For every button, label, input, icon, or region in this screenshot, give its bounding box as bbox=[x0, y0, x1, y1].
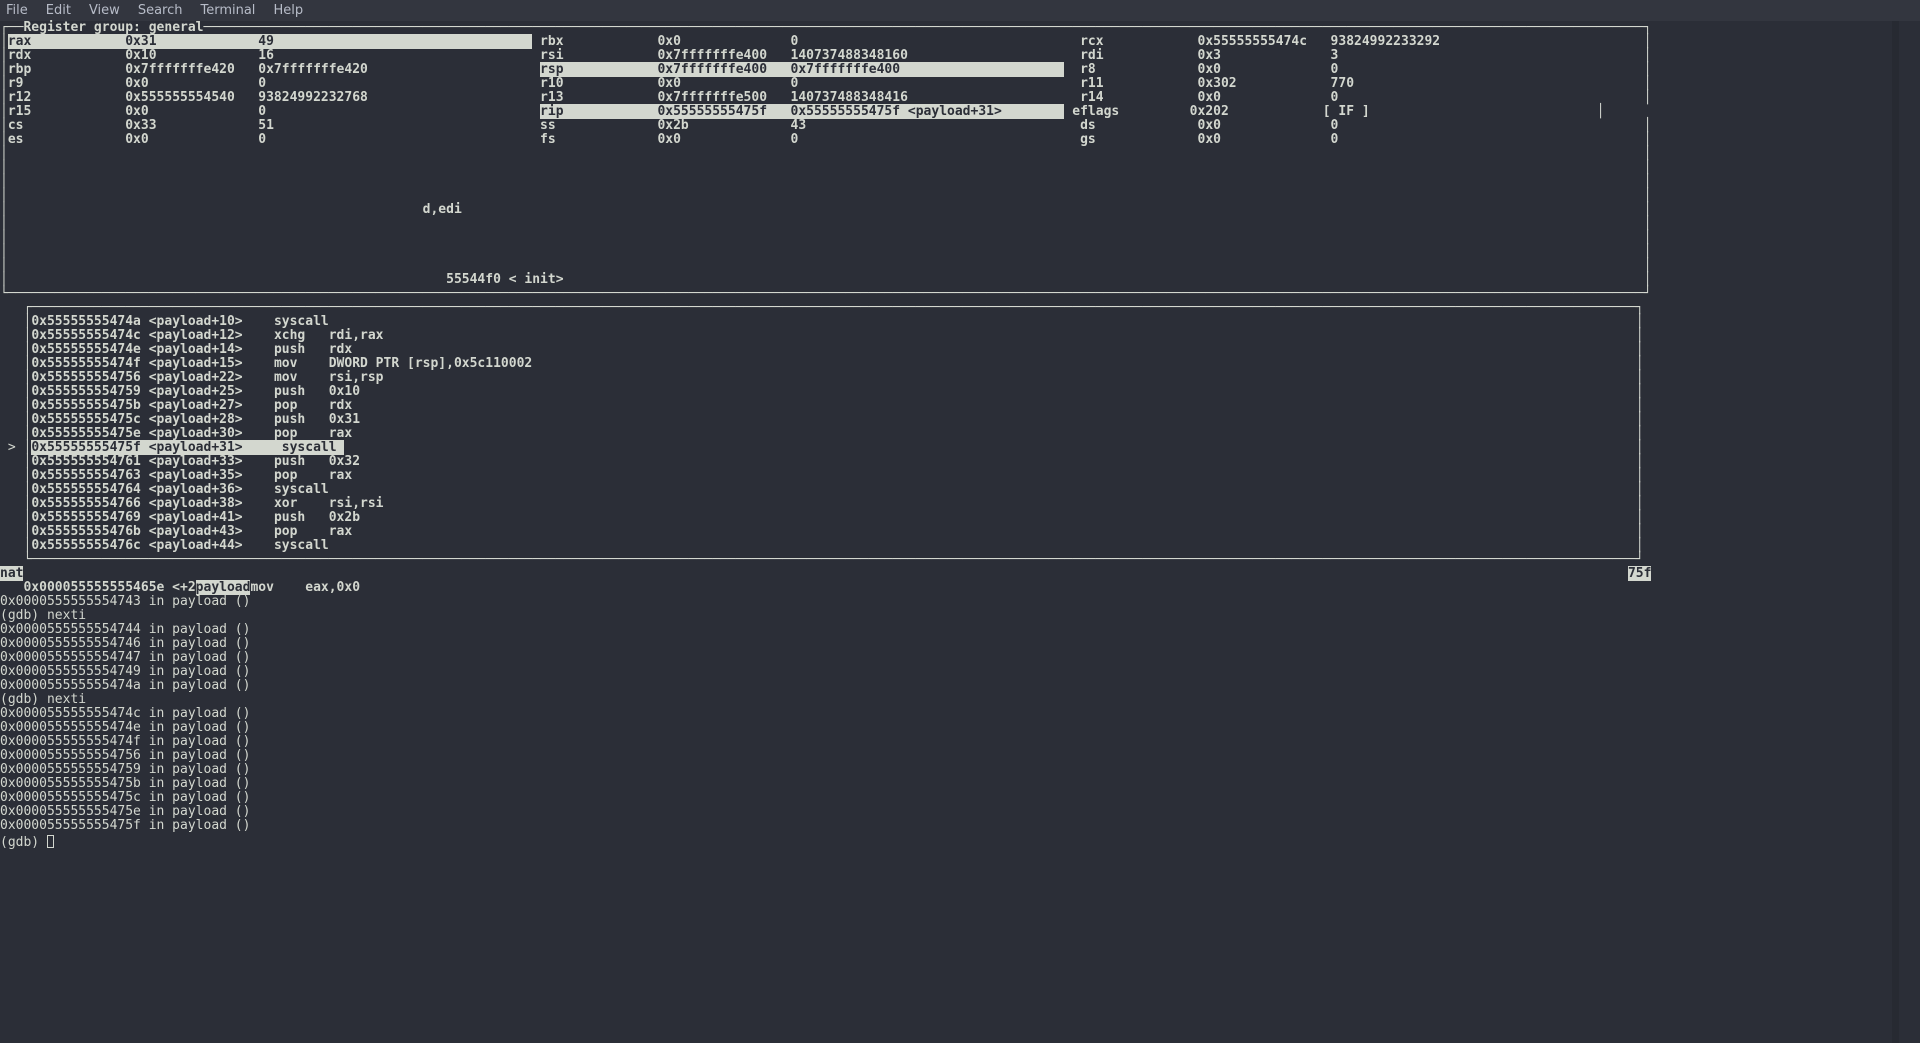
asm-line: 0x55555555474f <payload+15> mov DWORD PT… bbox=[31, 356, 1635, 371]
register-rsi: rsi 0x7fffffffe400 140737488348160 bbox=[540, 48, 908, 63]
asm-line: 0x555555554763 <payload+35> pop rax bbox=[31, 468, 1635, 483]
register-group-title: Register group: general bbox=[23, 20, 203, 35]
menu-help[interactable]: Help bbox=[273, 4, 303, 18]
asm-line: 0x55555555474a <payload+10> syscall bbox=[31, 314, 1635, 329]
src-func: payload bbox=[196, 580, 251, 595]
asm-line: 0x555555554766 <payload+38> xor rsi,rsi bbox=[31, 496, 1635, 511]
register-rsp: rsp 0x7fffffffe400 0x7fffffffe400 bbox=[540, 62, 1064, 77]
register-rax: rax 0x31 49 bbox=[8, 34, 532, 49]
status-left: nat bbox=[0, 566, 23, 581]
register-r14: r14 0x0 0 bbox=[1080, 90, 1338, 105]
register-r9: r9 0x0 0 bbox=[8, 76, 266, 91]
asm-line: 0x55555555476b <payload+43> pop rax bbox=[31, 524, 1635, 539]
register-fs: fs 0x0 0 bbox=[540, 132, 798, 147]
register-cs: cs 0x33 51 bbox=[8, 118, 274, 133]
register-rdi: rdi 0x3 3 bbox=[1080, 48, 1338, 63]
register-ds: ds 0x0 0 bbox=[1080, 118, 1338, 133]
partial-text-2: 55544f0 < init> bbox=[8, 272, 1644, 287]
menu-bar: File Edit View Search Terminal Help bbox=[0, 0, 1920, 21]
register-rcx: rcx 0x55555555474c 93824992233292 bbox=[1080, 34, 1440, 49]
status-right: 75f bbox=[1628, 566, 1651, 581]
menu-file[interactable]: File bbox=[6, 4, 28, 18]
asm-current: 0x55555555475f <payload+31> syscall bbox=[31, 440, 344, 455]
register-rdx: rdx 0x10 16 bbox=[8, 48, 274, 63]
src-line: 0x000055555555465e <+2 bbox=[0, 580, 196, 595]
menu-search[interactable]: Search bbox=[138, 4, 183, 18]
register-r8: r8 0x0 0 bbox=[1080, 62, 1338, 77]
register-r10: r10 0x0 0 bbox=[540, 76, 798, 91]
register-rip: rip 0x55555555475f 0x55555555475f <paylo… bbox=[540, 104, 1064, 119]
asm-line: 0x555555554764 <payload+36> syscall bbox=[31, 482, 1635, 497]
register-rbp: rbp 0x7fffffffe420 0x7fffffffe420 bbox=[8, 62, 368, 77]
register-ss: ss 0x2b 43 bbox=[540, 118, 806, 133]
asm-line: 0x55555555474c <payload+12> xchg rdi,rax bbox=[31, 328, 1635, 343]
terminal-scrollbar[interactable] bbox=[1892, 21, 1899, 1043]
register-r12: r12 0x555555554540 93824992232768 bbox=[8, 90, 368, 105]
register-r11: r11 0x302 770 bbox=[1080, 76, 1354, 91]
register-r15: r15 0x0 0 bbox=[8, 104, 266, 119]
asm-line: 0x555555554761 <payload+33> push 0x32 bbox=[31, 454, 1635, 469]
asm-line: 0x55555555474e <payload+14> push rdx bbox=[31, 342, 1635, 357]
menu-view[interactable]: View bbox=[89, 4, 120, 18]
terminal-output[interactable]: ┌──Register group: general──────────────… bbox=[0, 21, 1920, 850]
asm-line: 0x555555554756 <payload+22> mov rsi,rsp bbox=[31, 370, 1635, 385]
cursor bbox=[47, 835, 54, 848]
asm-line: 0x55555555475c <payload+28> push 0x31 bbox=[31, 412, 1635, 427]
register-rbx: rbx 0x0 0 bbox=[540, 34, 798, 49]
asm-line: 0x55555555475b <payload+27> pop rdx bbox=[31, 398, 1635, 413]
register-r13: r13 0x7fffffffe500 140737488348416 bbox=[540, 90, 908, 105]
asm-line: 0x55555555476c <payload+44> syscall bbox=[31, 538, 1635, 553]
register-eflags: eflags 0x202 [ IF ] bbox=[1072, 104, 1369, 119]
register-es: es 0x0 0 bbox=[8, 132, 266, 147]
asm-line: 0x555555554769 <payload+41> push 0x2b bbox=[31, 510, 1635, 525]
menu-edit[interactable]: Edit bbox=[46, 4, 71, 18]
asm-line: 0x55555555475e <payload+30> pop rax bbox=[31, 426, 1635, 441]
menu-terminal[interactable]: Terminal bbox=[200, 4, 255, 18]
partial-text-1: d,edi bbox=[8, 202, 1644, 217]
register-gs: gs 0x0 0 bbox=[1080, 132, 1338, 147]
asm-line: 0x555555554759 <payload+25> push 0x10 bbox=[31, 384, 1635, 399]
